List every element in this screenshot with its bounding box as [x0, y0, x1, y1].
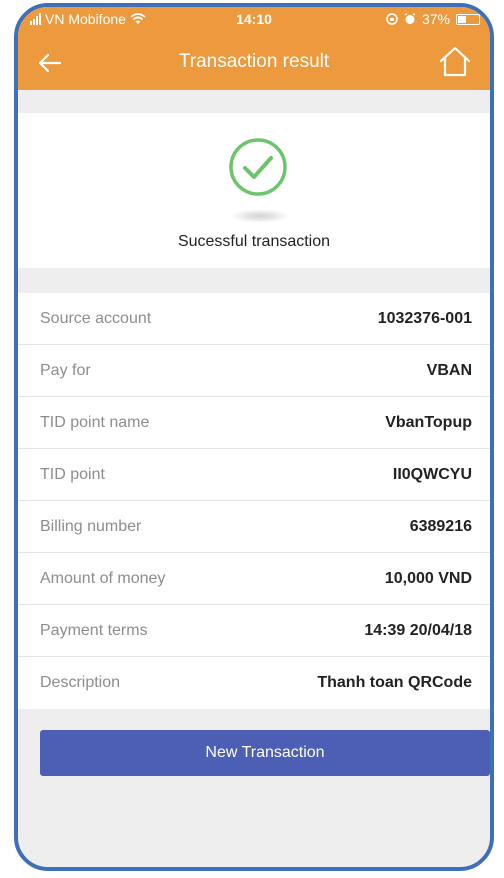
new-transaction-button[interactable]: New Transaction — [40, 730, 490, 776]
detail-row-description: Description Thanh toan QRCode — [18, 657, 490, 709]
phone-frame: VN Mobifone 14:10 37% Transaction result… — [14, 3, 494, 871]
home-icon[interactable] — [438, 45, 472, 77]
detail-row-pay-for: Pay for VBAN — [18, 345, 490, 397]
detail-value: II0QWCYU — [392, 465, 472, 483]
detail-value: VbanTopup — [385, 413, 472, 431]
detail-label: Description — [40, 674, 121, 691]
page-title: Transaction result — [178, 51, 330, 72]
alarm-icon — [404, 13, 416, 24]
detail-label: Billing number — [40, 517, 142, 535]
detail-label: Payment terms — [40, 621, 148, 639]
rotation-lock-icon — [386, 13, 398, 25]
new-transaction-label: New Transaction — [205, 744, 325, 761]
icon-shadow — [230, 209, 290, 223]
detail-row-amount: Amount of money 10,000 VND — [18, 553, 490, 605]
transaction-details: Source account 1032376-001 Pay for VBAN … — [18, 293, 490, 709]
status-bar: VN Mobifone 14:10 37% — [18, 7, 490, 31]
detail-label: Pay for — [40, 361, 91, 379]
detail-label: Source account — [40, 309, 152, 327]
result-message: Sucessful transaction — [177, 233, 331, 250]
top-bar: VN Mobifone 14:10 37% Transaction result — [18, 7, 490, 90]
detail-value: 1032376-001 — [377, 309, 472, 327]
detail-label: Amount of money — [40, 569, 166, 587]
detail-value: 6389216 — [409, 517, 472, 535]
detail-label: TID point — [40, 465, 105, 483]
detail-row-payment-terms: Payment terms 14:39 20/04/18 — [18, 605, 490, 657]
detail-row-tid-point-name: TID point name VbanTopup — [18, 397, 490, 449]
detail-row-tid-point: TID point II0QWCYU — [18, 449, 490, 501]
check-circle-icon — [229, 138, 287, 196]
result-panel: Sucessful transaction — [18, 113, 490, 268]
battery-percent: 37% — [421, 11, 450, 27]
detail-value: Thanh toan QRCode — [317, 674, 472, 691]
detail-row-source-account: Source account 1032376-001 — [18, 293, 490, 345]
detail-value: 10,000 VND — [384, 569, 472, 587]
status-right: 37% — [386, 11, 480, 27]
detail-row-billing-number: Billing number 6389216 — [18, 501, 490, 553]
nav-bar: Transaction result — [18, 35, 490, 90]
battery-icon — [456, 13, 480, 25]
detail-value: VBAN — [426, 361, 472, 379]
detail-label: TID point name — [40, 413, 150, 431]
detail-value: 14:39 20/04/18 — [364, 621, 472, 639]
